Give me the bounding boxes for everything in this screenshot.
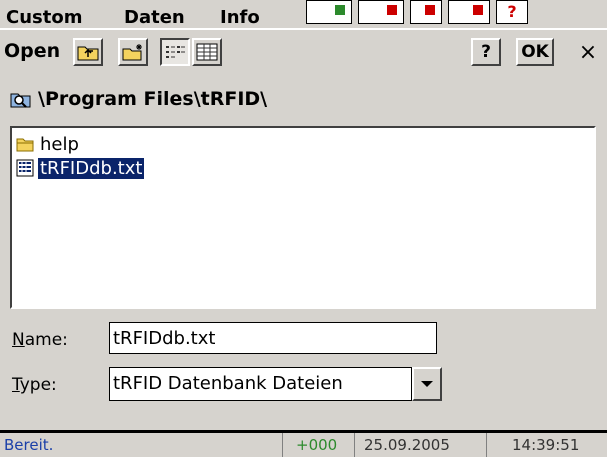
database-file-icon [16, 159, 34, 177]
background-tool-icon[interactable] [448, 0, 490, 24]
menu-custom[interactable]: Custom [6, 4, 82, 26]
list-view-icon [166, 46, 185, 58]
status-text: Bereit. [4, 436, 54, 454]
type-select[interactable]: tRFID Datenbank Dateien [109, 367, 412, 401]
status-date: 25.09.2005 [364, 436, 450, 454]
file-name: tRFIDdb.txt [36, 156, 146, 180]
details-view-icon [196, 43, 218, 61]
menu-daten[interactable]: Daten [124, 4, 185, 26]
background-tool-icon[interactable] [358, 0, 404, 24]
status-time: 14:39:51 [512, 436, 580, 454]
folder-icon [16, 138, 34, 152]
name-label: Name: [12, 330, 68, 350]
new-folder-icon [122, 44, 142, 61]
details-view-button[interactable] [192, 38, 222, 66]
background-toolbar: ? [306, 0, 528, 28]
list-item-help[interactable]: help [16, 132, 81, 156]
name-field[interactable] [109, 322, 437, 354]
list-item-trfiddb[interactable]: tRFIDdb.txt [16, 156, 146, 180]
background-help-icon[interactable]: ? [496, 0, 528, 24]
dialog-toolbar: Open ? OK × [0, 30, 607, 74]
folder-search-icon [10, 93, 31, 108]
dialog-title: Open [4, 40, 61, 62]
menu-info[interactable]: Info [220, 4, 260, 26]
up-folder-icon [77, 46, 99, 61]
current-path: \Program Files\tRFID\ [10, 84, 267, 114]
ok-button[interactable]: OK [516, 38, 554, 66]
file-name: help [40, 133, 79, 155]
background-menubar: Custom Daten Info ? [0, 0, 607, 29]
type-dropdown-button[interactable] [412, 367, 442, 401]
close-button[interactable]: × [573, 38, 603, 66]
type-label: Type: [12, 375, 57, 395]
file-list[interactable]: help tRFIDdb.txt [10, 126, 596, 309]
background-tool-icon[interactable] [410, 0, 442, 24]
status-bar: Bereit. +000 25.09.2005 14:39:51 [0, 430, 607, 457]
path-label: \Program Files\tRFID\ [38, 88, 268, 110]
status-counter: +000 [296, 436, 338, 454]
chevron-down-icon [421, 381, 433, 387]
background-tool-icon[interactable] [306, 0, 352, 24]
list-view-button[interactable] [160, 38, 190, 66]
new-folder-button[interactable] [118, 38, 148, 66]
up-folder-button[interactable] [73, 38, 103, 66]
open-dialog: Open ? OK × \Program Files\tRFID\ help t… [0, 28, 607, 432]
help-button[interactable]: ? [471, 38, 501, 66]
